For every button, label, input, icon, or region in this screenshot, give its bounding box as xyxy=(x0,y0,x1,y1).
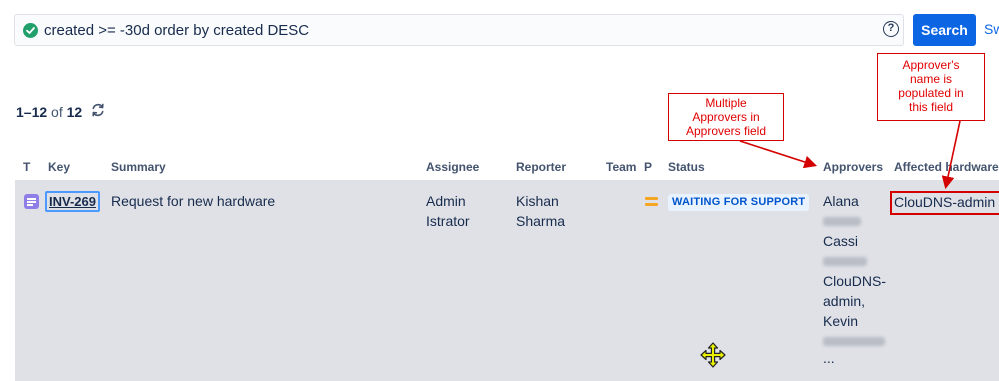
search-button[interactable]: Search xyxy=(913,14,976,46)
service-request-icon xyxy=(24,194,39,209)
approver-name: Cassi xyxy=(823,233,859,249)
redacted-text xyxy=(823,211,891,231)
help-icon[interactable]: ? xyxy=(883,21,899,37)
approver-name: Kevin xyxy=(823,313,859,329)
column-header-approvers[interactable]: Approvers xyxy=(823,160,883,174)
results-total: 12 xyxy=(66,104,83,120)
column-header-status[interactable]: Status xyxy=(668,160,705,174)
jql-search-input[interactable]: created >= -30d order by created DESC ? xyxy=(14,14,904,46)
assignee-first-name: Admin xyxy=(426,193,466,209)
assignee-cell[interactable]: Admin Istrator xyxy=(426,191,470,231)
annotation-arrow xyxy=(739,140,818,169)
approver-name: ClouDNS- xyxy=(823,273,887,289)
annotation-multiple-approvers: Multiple Approvers in Approvers field xyxy=(668,93,784,141)
column-header-assignee[interactable]: Assignee xyxy=(426,160,479,174)
approvers-cell[interactable]: Alana Cassi ClouDNS- admin, Kevin ... xyxy=(823,191,891,365)
annotation-arrow xyxy=(941,120,961,190)
assignee-last-name: Istrator xyxy=(426,213,470,229)
approver-name-continued: admin, xyxy=(823,293,866,309)
switch-search-mode-link[interactable]: Sw xyxy=(984,21,999,37)
status-lozenge[interactable]: WAITING FOR SUPPORT xyxy=(668,194,810,211)
results-of-label: of xyxy=(51,104,63,120)
results-range: 1–12 xyxy=(16,104,48,120)
column-header-reporter[interactable]: Reporter xyxy=(516,160,566,174)
column-header-team[interactable]: Team xyxy=(606,160,636,174)
reporter-last-name: Sharma xyxy=(516,213,566,229)
medium-priority-icon xyxy=(645,197,658,206)
reporter-first-name: Kishan xyxy=(516,193,559,209)
more-approvers-ellipsis[interactable]: ... xyxy=(823,351,891,365)
column-header-type[interactable]: T xyxy=(23,160,30,174)
refresh-icon[interactable] xyxy=(90,102,106,118)
redacted-text xyxy=(823,331,891,351)
jql-query-text[interactable]: created >= -30d order by created DESC xyxy=(44,22,309,39)
column-header-key[interactable]: Key xyxy=(48,160,70,174)
move-cursor-icon xyxy=(700,342,726,368)
annotation-highlight-box xyxy=(890,191,999,215)
column-header-summary[interactable]: Summary xyxy=(111,160,166,174)
issue-key-link[interactable]: INV-269 xyxy=(45,191,100,212)
approver-name: Alana xyxy=(823,193,859,209)
issue-summary[interactable]: Request for new hardware xyxy=(111,191,275,211)
issue-navigator: created >= -30d order by created DESC ? … xyxy=(0,0,999,381)
column-header-priority[interactable]: P xyxy=(644,160,652,174)
column-header-affected-hardware[interactable]: Affected hardware xyxy=(894,160,999,174)
results-count: 1–12 of 12 xyxy=(16,104,82,120)
redacted-text xyxy=(823,251,891,271)
valid-query-check-icon xyxy=(23,23,38,38)
annotation-approver-name: Approver's name is populated in this fie… xyxy=(877,53,985,121)
reporter-cell[interactable]: Kishan Sharma xyxy=(516,191,565,231)
